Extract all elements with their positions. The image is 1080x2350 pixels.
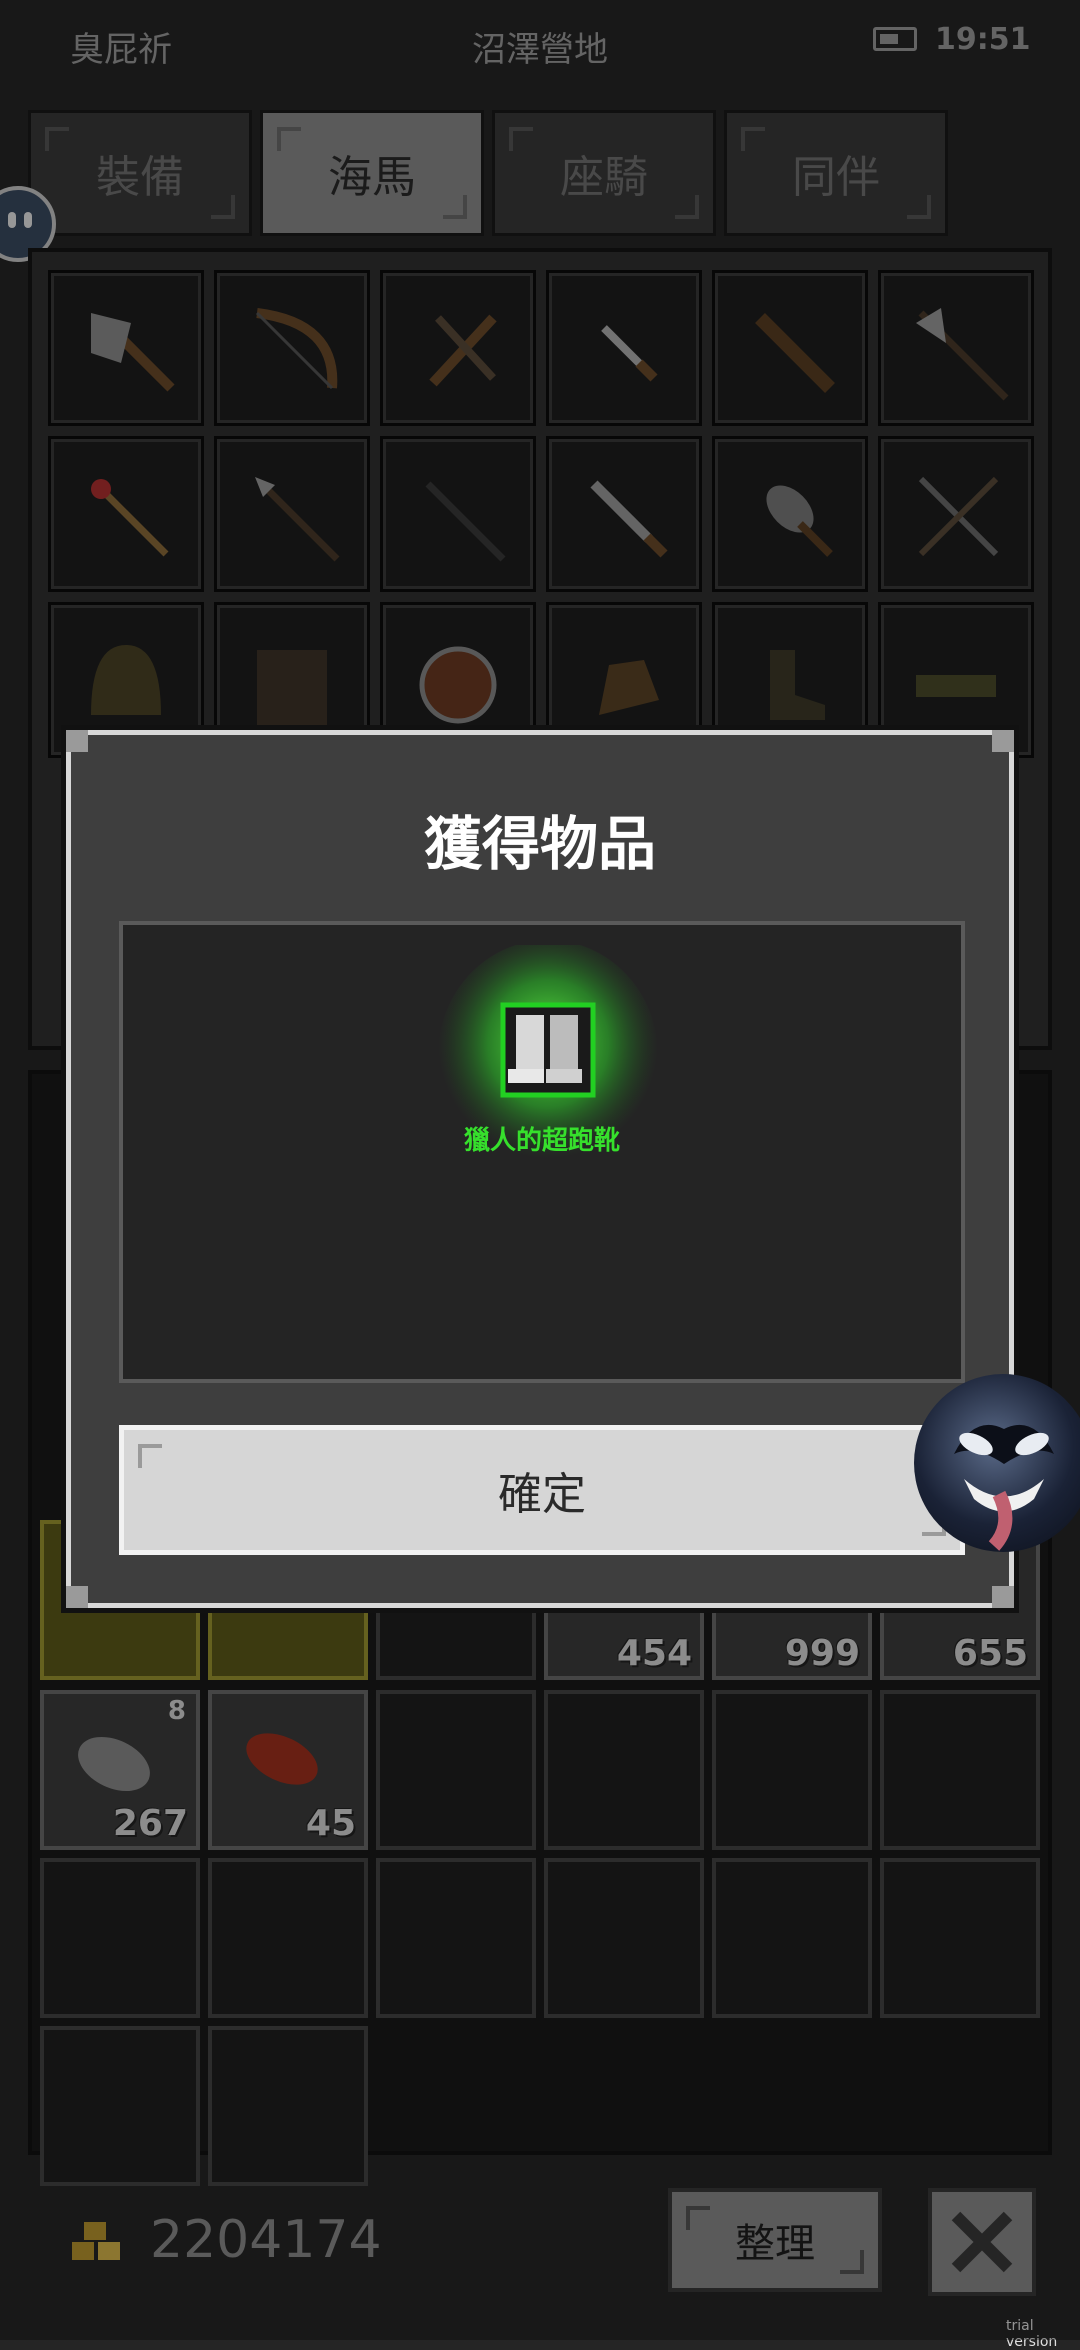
reward-display: 獵人的超跑靴 bbox=[119, 921, 965, 1383]
confirm-button[interactable]: 確定 bbox=[119, 1425, 965, 1555]
dialog-title: 獲得物品 bbox=[423, 810, 656, 878]
item-obtained-dialog: 獲得物品 獵人的超跑靴 確定 bbox=[66, 730, 1014, 1608]
floating-avatar[interactable] bbox=[914, 1374, 1080, 1552]
reward-item-name: 獵人的超跑靴 bbox=[463, 1126, 620, 1156]
confirm-label: 確定 bbox=[498, 1469, 586, 1520]
